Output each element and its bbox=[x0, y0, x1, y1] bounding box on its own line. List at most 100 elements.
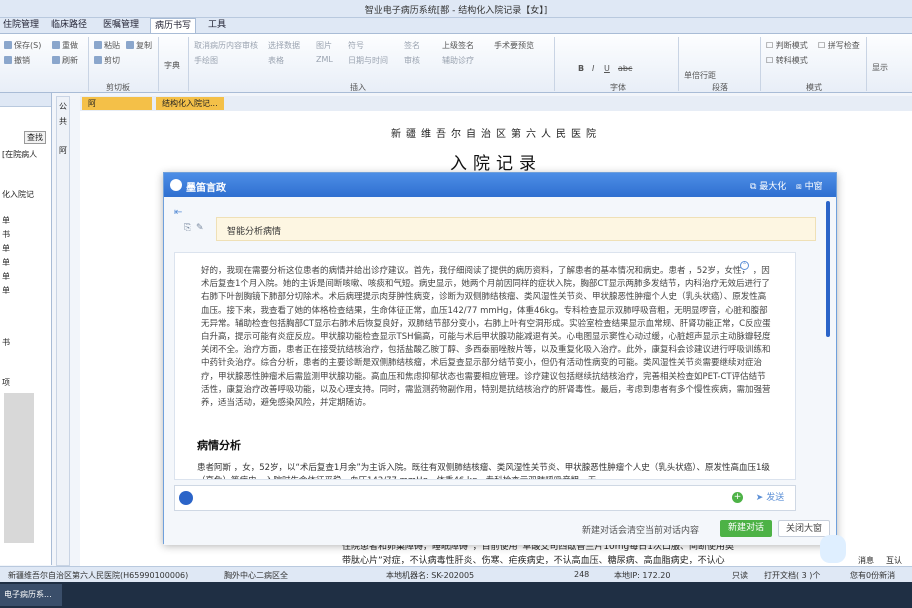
tree-item[interactable]: 单 bbox=[2, 271, 10, 282]
search-button[interactable]: 查找 bbox=[24, 131, 46, 144]
tree-item[interactable]: 化入院记 bbox=[2, 189, 34, 200]
add-icon[interactable]: + bbox=[732, 492, 743, 503]
select-data-button[interactable]: 选择数据 bbox=[268, 40, 300, 51]
tab-orders[interactable]: 医嘱管理 bbox=[96, 18, 146, 33]
redo-button[interactable]: 重做 bbox=[52, 40, 78, 51]
hospital-name: 新疆维吾尔自治区第六人民医院 bbox=[391, 129, 601, 140]
status-number: 248 bbox=[574, 570, 590, 579]
line-spacing-select[interactable]: 单倍行距 bbox=[684, 70, 716, 81]
vertical-tab[interactable]: 公 共 阿 bbox=[56, 96, 70, 566]
fold-icon[interactable]: ⌃ bbox=[740, 261, 749, 270]
tree-item[interactable]: 书 bbox=[2, 229, 10, 240]
undo-button[interactable]: 撤销 bbox=[4, 55, 30, 66]
assistant-body: ⇤ ⎘ ✎ 智能分析病情 ⌄ 好的，我现在需要分析这位患者的病情并给出诊疗建议。… bbox=[164, 197, 836, 545]
scissors-icon bbox=[94, 56, 102, 64]
menu-tabs: 住院管理 临床路径 医嘱管理 病历书写 工具 bbox=[0, 18, 912, 33]
doc-tab-patient[interactable]: 阿 bbox=[82, 97, 152, 110]
upper-sign-button[interactable]: 上级签名 bbox=[442, 40, 474, 51]
ai-assistant-window: 墨笛言政 ⧉ 最大化 ⧈ 中窗 ⇤ ⎘ ✎ 智能分析病情 ⌄ 好的，我现在需要分… bbox=[163, 172, 837, 545]
collapse-sidebar-icon[interactable]: ⇤ bbox=[174, 207, 182, 218]
underline-button[interactable]: U bbox=[604, 64, 610, 73]
zml-button[interactable]: ZML bbox=[316, 55, 333, 64]
save-button[interactable]: 保存(S) bbox=[4, 40, 41, 51]
italic-button[interactable]: I bbox=[592, 64, 594, 73]
new-chat-button[interactable]: 新建对话 bbox=[720, 520, 772, 537]
ribbon-separator bbox=[554, 37, 555, 91]
handdraw-button[interactable]: 手绘图 bbox=[194, 55, 218, 66]
ribbon-separator bbox=[88, 37, 89, 91]
tab-clinical-path[interactable]: 临床路径 bbox=[46, 18, 92, 33]
status-open-docs: 打开文档( 3 )个 bbox=[764, 571, 821, 580]
chat-input[interactable]: + ➤ 发送 bbox=[174, 485, 796, 511]
edit-icon[interactable]: ✎ bbox=[196, 223, 204, 233]
redacted-block bbox=[4, 393, 34, 543]
middle-window-button[interactable]: ⧈ 中窗 bbox=[796, 179, 823, 192]
strike-button[interactable]: abc bbox=[618, 64, 632, 73]
datetime-button[interactable]: 日期与时间 bbox=[348, 55, 388, 66]
para-group-label: 段落 bbox=[712, 83, 728, 92]
copy-button[interactable]: 复制 bbox=[126, 40, 152, 51]
ribbon: 保存(S) 撤销 重做 刷新 粘贴 复制 剪切 剪切板 字典 取消病历内容审核 … bbox=[0, 33, 912, 93]
bold-button[interactable]: B bbox=[578, 64, 584, 73]
table-button[interactable]: 表格 bbox=[268, 55, 284, 66]
tree-item[interactable]: 单 bbox=[2, 285, 10, 296]
dictionary-button[interactable]: 字典 bbox=[164, 60, 180, 71]
tab-tools[interactable]: 工具 bbox=[200, 18, 234, 33]
status-bar: 新疆维吾尔自治区第六人民医院(H65990100006) 胸外中心二病区全 本地… bbox=[0, 566, 912, 582]
answer-scrollbar[interactable] bbox=[826, 201, 830, 337]
tab-record-writing[interactable]: 病历书写 bbox=[150, 18, 196, 33]
tree-item[interactable]: 项 bbox=[2, 377, 10, 388]
taskbar-app[interactable]: 电子病历系... bbox=[0, 584, 62, 606]
status-message[interactable]: 您有0份新消 bbox=[850, 570, 895, 581]
refresh-button[interactable]: 刷新 bbox=[52, 55, 78, 66]
ribbon-separator bbox=[866, 37, 867, 91]
copy-icon[interactable]: ⎘ bbox=[184, 223, 191, 233]
assistant-logo-icon bbox=[170, 179, 182, 191]
tab-inpatient[interactable]: 住院管理 bbox=[0, 18, 42, 33]
sign-image-button[interactable]: 签名 bbox=[404, 40, 420, 51]
insert-group-label: 插入 bbox=[350, 83, 366, 92]
copy-icon bbox=[126, 41, 134, 49]
font-group-label: 字体 bbox=[610, 83, 626, 92]
window-title: 智业电子病历系统[鄯 - 结构化入院记录【女】] bbox=[364, 6, 548, 16]
assistant-avatar-icon bbox=[179, 491, 193, 505]
assist-button[interactable]: 辅助诊疗 bbox=[442, 55, 474, 66]
status-machine: 本地机器名: SK-202005 bbox=[386, 571, 475, 580]
analysis-heading: 病情分析 bbox=[197, 439, 241, 452]
display-button[interactable]: 显示 bbox=[872, 62, 888, 73]
new-chat-hint: 新建对话会清空当前对话内容 bbox=[582, 526, 700, 536]
doc-tab-admission[interactable]: 结构化入院记... bbox=[156, 97, 224, 110]
paste-icon bbox=[94, 41, 102, 49]
robot-assistant-icon[interactable] bbox=[820, 535, 846, 563]
assistant-header: 墨笛言政 ⧉ 最大化 ⧈ 中窗 bbox=[164, 173, 836, 197]
surgery-preview-button[interactable]: 手术要预览 bbox=[494, 40, 534, 51]
ribbon-separator bbox=[678, 37, 679, 91]
cut-button[interactable]: 剪切 bbox=[94, 55, 120, 66]
picture-button[interactable]: 图片 bbox=[316, 40, 332, 51]
mutual-recognition-button[interactable]: 互认 bbox=[886, 555, 902, 566]
convert-mode-checkbox[interactable]: ☐ 转科模式 bbox=[766, 55, 808, 66]
status-dept: 胸外中心二病区全 bbox=[224, 571, 288, 580]
symbol-button[interactable]: 符号 bbox=[348, 40, 364, 51]
mode-group-label: 模式 bbox=[806, 83, 822, 92]
message-button[interactable]: 消息 bbox=[858, 555, 874, 566]
paste-button[interactable]: 粘贴 bbox=[94, 40, 120, 51]
tree-item[interactable]: 单 bbox=[2, 257, 10, 268]
patient-filter[interactable]: [在院病人 bbox=[2, 149, 37, 160]
tree-item[interactable]: 单 bbox=[2, 215, 10, 226]
ribbon-separator bbox=[188, 37, 189, 91]
ribbon-separator bbox=[158, 37, 159, 91]
maximize-button[interactable]: ⧉ 最大化 bbox=[750, 179, 786, 192]
tree-item[interactable]: 书 bbox=[2, 337, 10, 348]
title-bar: 智业电子病历系统[鄯 - 结构化入院记录【女】] bbox=[0, 0, 912, 18]
cancel-review-button[interactable]: 取消病历内容审核 bbox=[194, 40, 258, 51]
review-button[interactable]: 审核 bbox=[404, 55, 420, 66]
revision-mode-checkbox[interactable]: ☐ 判断模式 bbox=[766, 40, 808, 51]
taskbar: 电子病历系... bbox=[0, 582, 912, 608]
spell-check-checkbox[interactable]: ☐ 拼写检查 bbox=[818, 40, 860, 51]
pane-header bbox=[0, 93, 51, 107]
document-tabs: 阿 结构化入院记... bbox=[80, 96, 912, 111]
tree-item[interactable]: 单 bbox=[2, 243, 10, 254]
send-button[interactable]: ➤ 发送 bbox=[749, 490, 791, 507]
undo-icon bbox=[4, 56, 12, 64]
